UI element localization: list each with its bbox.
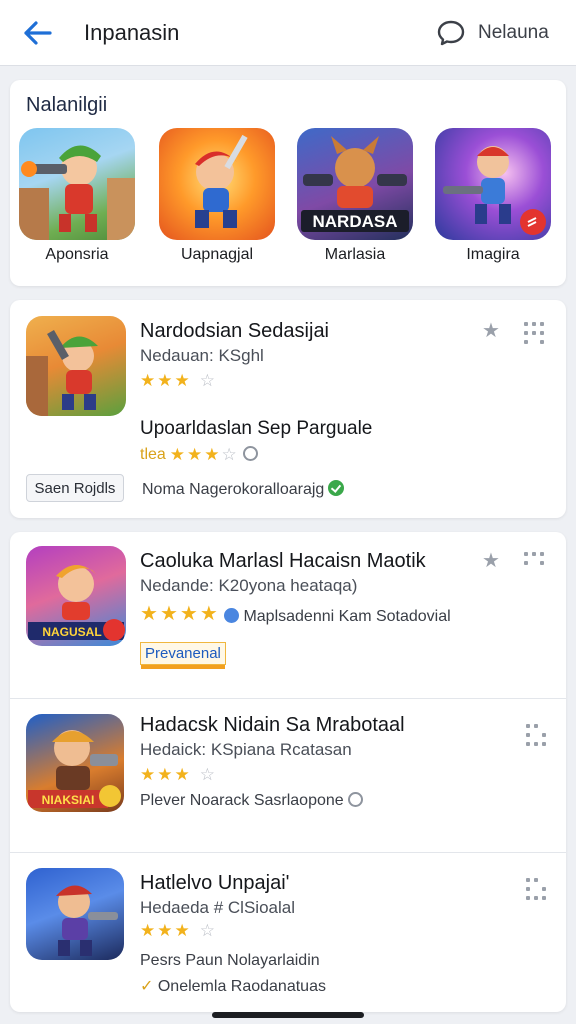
app-meta-secondary: ✓ Onelemla Raodanatuas — [140, 976, 326, 996]
more-options-icon[interactable] — [526, 724, 550, 746]
featured-item[interactable]: NARDASA Marlasia — [296, 128, 414, 264]
featured-item-label: Marlasia — [324, 246, 386, 263]
app-meta-text: Maplsadenni Kam Sotadovial — [243, 608, 451, 625]
app-icon — [26, 316, 126, 416]
divider — [10, 698, 566, 699]
clock-icon — [242, 446, 258, 461]
rating-stars: ★ ★ ★ ☆ — [140, 922, 215, 939]
app-meta: Pesrs Paun Nolayarlaidin — [140, 952, 320, 969]
promo-badge[interactable]: Prevanenal — [140, 642, 226, 669]
page-title: Inpanasin — [84, 20, 180, 45]
app-subtitle: Hedaick: KSpiana Rcatasan — [140, 740, 352, 759]
star-favorite-icon[interactable]: ★ — [482, 548, 500, 573]
app-name[interactable]: Hatlelvo Unpajai' — [140, 872, 289, 895]
game-icon — [435, 128, 551, 240]
update-title: Upoarldaslan Sep Parguale — [140, 418, 373, 439]
app-card[interactable]: Nardodsian Sedasijai Nedauan: KSghl ★ ★ ★ ☆… — [10, 300, 566, 518]
app-meta-secondary-text: Onelemla Raodanatuas — [157, 978, 326, 995]
star-icon: ★ — [204, 445, 220, 464]
app-name[interactable]: Caoluka Marlasl Hacaisn Maotik — [140, 550, 426, 573]
star-icon: ★ — [187, 445, 203, 464]
back-arrow-icon[interactable] — [20, 18, 54, 48]
featured-card: Nalanilgii Aponsria Uapnagjal NARDASA Ma… — [10, 80, 566, 286]
divider — [10, 852, 566, 853]
featured-item-label: Aponsria — [45, 246, 109, 263]
star-icon: ★ — [199, 603, 218, 625]
app-name[interactable]: Hadacsk Nidain Sa Mrabotaal — [140, 714, 405, 737]
star-outline-icon: ☆ — [199, 371, 215, 390]
star-icon: ★ — [174, 765, 190, 784]
featured-item[interactable]: Aponsria — [18, 128, 136, 264]
icon-caption: NARDASA — [313, 212, 398, 231]
rating-stars: ★ ★ ★ ☆ — [140, 766, 215, 783]
app-icon[interactable]: NAGUSAL — [26, 546, 126, 646]
verified-check-icon — [328, 480, 345, 496]
icon-caption: NAGUSAL — [42, 625, 101, 639]
app-list-card: NAGUSAL Caoluka Marlasl Hacaisn Maotik N… — [10, 532, 566, 1012]
app-meta: Plever Noarack Sasrlaopone — [140, 792, 363, 810]
featured-item-label: Uapnagjal — [180, 246, 254, 263]
account-label[interactable]: Nelauna — [478, 22, 549, 44]
app-note: Noma Nagerokoralloarajg — [142, 480, 345, 499]
star-outline-icon: ☆ — [221, 445, 237, 464]
featured-item-label: Imagira — [466, 246, 520, 263]
game-icon — [19, 128, 135, 240]
see-details-button[interactable]: Saen Rojdls — [26, 474, 124, 502]
featured-item[interactable]: Uapnagjal — [158, 128, 276, 264]
star-icon: ★ — [140, 921, 156, 940]
clock-icon — [347, 792, 363, 807]
chat-bubble-icon[interactable] — [436, 19, 466, 47]
app-meta-text: Plever Noarack Sasrlaopone — [140, 792, 344, 809]
featured-title: Nalanilgii — [26, 94, 108, 116]
star-favorite-icon[interactable]: ★ — [482, 318, 500, 343]
verified-icon — [224, 608, 239, 623]
rating-stars: ★ ★ ★ ★ — [140, 604, 218, 624]
check-icon: ✓ — [140, 978, 154, 995]
star-icon: ★ — [157, 371, 173, 390]
app-subtitle: Nedauan: KSghl — [140, 346, 264, 365]
top-app-bar: Inpanasin Nelauna — [0, 0, 576, 66]
star-icon: ★ — [140, 765, 156, 784]
star-icon: ★ — [157, 765, 173, 784]
star-icon: ★ — [174, 921, 190, 940]
featured-item[interactable]: Imagira — [434, 128, 552, 264]
rating-stars: ★ ★ ★ ☆ — [140, 372, 215, 389]
more-options-icon[interactable] — [524, 552, 548, 572]
star-icon: ★ — [179, 603, 198, 625]
app-subtitle: Nedande: K20yona heataqa) — [140, 576, 358, 595]
rating-prefix: tlea — [140, 446, 166, 463]
star-outline-icon: ☆ — [199, 921, 215, 940]
star-icon: ★ — [169, 445, 186, 464]
star-icon: ★ — [140, 371, 156, 390]
star-icon: ★ — [140, 603, 158, 625]
game-icon: NARDASA — [297, 128, 413, 240]
app-name[interactable]: Nardodsian Sedasijai — [140, 320, 329, 343]
game-icon — [159, 128, 275, 240]
app-subtitle: Hedaeda # ClSioalal — [140, 898, 295, 917]
star-outline-icon: ☆ — [199, 765, 215, 784]
star-icon: ★ — [159, 603, 178, 625]
star-icon: ★ — [157, 921, 173, 940]
star-icon: ★ — [174, 371, 190, 390]
app-note-text: Noma Nagerokoralloarajg — [142, 481, 325, 498]
more-options-icon[interactable] — [524, 322, 548, 344]
app-icon[interactable] — [26, 868, 124, 960]
app-icon[interactable]: NIAKSIAI — [26, 714, 124, 812]
app-meta: Maplsadenni Kam Sotadovial — [220, 608, 451, 626]
home-indicator[interactable] — [212, 1012, 364, 1018]
more-options-icon[interactable] — [526, 878, 550, 900]
update-rating: tlea ★ ★ ★ ☆ — [140, 446, 258, 463]
icon-caption: NIAKSIAI — [42, 793, 95, 807]
